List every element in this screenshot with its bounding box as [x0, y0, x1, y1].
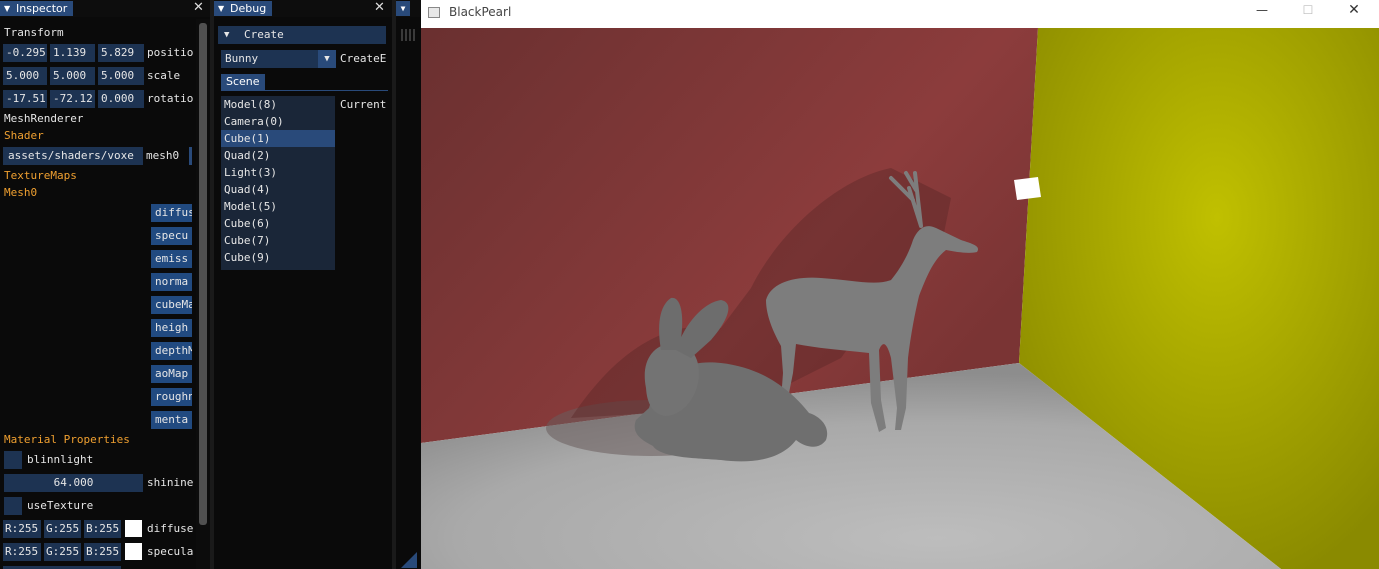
height-map-button[interactable]: heigh — [151, 319, 192, 337]
transform-header: Transform — [4, 26, 64, 39]
create-entity-button[interactable]: CreateE — [340, 51, 388, 67]
diffuse-label: diffuse — [147, 522, 193, 535]
collapse-icon[interactable]: ▼ — [4, 1, 10, 16]
specular-label: specula — [147, 545, 193, 558]
inspector-panel: ▼ Inspector ✕ Transform -0.295 1.139 5.8… — [0, 0, 210, 569]
emission-map-button[interactable]: emiss — [151, 250, 192, 268]
light-cube — [1014, 177, 1041, 200]
create-header[interactable]: ▼ Create — [218, 26, 386, 44]
maximize-icon[interactable]: ☐ — [1293, 3, 1323, 17]
specular-map-button[interactable]: specu — [151, 227, 192, 245]
collapsed-tab[interactable]: ▼ — [396, 1, 410, 16]
mesh-slot[interactable] — [189, 147, 192, 165]
current-label: Current — [340, 98, 387, 111]
close-window-icon[interactable]: ✕ — [1339, 2, 1369, 18]
specular-r-field[interactable]: R:255 — [3, 543, 41, 561]
mesh0-header: Mesh0 — [4, 186, 38, 199]
list-item[interactable]: Model(8) — [221, 96, 335, 113]
rotation-label: rotatio — [147, 92, 194, 105]
scale-x-field[interactable]: 5.000 — [3, 67, 47, 85]
list-item[interactable]: Cube(9) — [221, 249, 335, 266]
mentalness-map-button[interactable]: menta — [151, 411, 192, 429]
list-item[interactable]: Cube(7) — [221, 232, 335, 249]
inspector-tab[interactable]: ▼ Inspector — [0, 1, 74, 16]
diffuse-r-field[interactable]: R:255 — [3, 520, 41, 538]
list-item[interactable]: Camera(0) — [221, 113, 335, 130]
resize-grip[interactable] — [401, 29, 415, 41]
app-icon — [428, 7, 440, 18]
ao-map-button[interactable]: aoMap — [151, 365, 192, 383]
inspector-tab-title: Inspector — [16, 2, 68, 15]
list-item-selected[interactable]: Cube(1) — [221, 130, 335, 147]
entity-combo[interactable]: Bunny ▼ — [221, 50, 336, 68]
diffuse-g-field[interactable]: G:255 — [44, 520, 81, 538]
debug-tab-title: Debug — [230, 2, 267, 15]
diffuse-b-field[interactable]: B:255 — [84, 520, 121, 538]
position-z-field[interactable]: 5.829 — [98, 44, 144, 62]
mesh-label: mesh0 — [146, 149, 180, 162]
inspector-scroll-thumb[interactable] — [199, 23, 207, 525]
collapsed-panel: ▼ — [396, 0, 421, 569]
specular-b-field[interactable]: B:255 — [84, 543, 121, 561]
scale-y-field[interactable]: 5.000 — [50, 67, 95, 85]
rotation-x-field[interactable]: -17.51 — [3, 90, 47, 108]
rotation-z-field[interactable]: 0.000 — [98, 90, 144, 108]
combo-arrow-icon: ▼ — [318, 50, 336, 68]
list-item[interactable]: Model(5) — [221, 198, 335, 215]
corner-resize-icon[interactable] — [401, 552, 417, 568]
use-texture-label: useTexture — [27, 499, 94, 512]
shininess-label: shinine — [147, 476, 193, 489]
blinnlight-label: blinnlight — [27, 453, 94, 466]
normal-map-button[interactable]: norma — [151, 273, 192, 291]
depth-map-button[interactable]: depthM — [151, 342, 192, 360]
specular-color-swatch[interactable] — [125, 543, 142, 560]
create-header-label: Create — [244, 28, 284, 41]
scene-tab[interactable]: Scene — [221, 74, 265, 90]
scale-label: scale — [147, 69, 181, 82]
minimize-icon[interactable]: — — [1247, 3, 1277, 17]
material-properties-header: Material Properties — [4, 433, 130, 446]
debug-tab[interactable]: ▼ Debug — [214, 1, 273, 16]
cube-map-button[interactable]: cubeMa — [151, 296, 192, 314]
use-texture-checkbox[interactable] — [4, 497, 22, 515]
list-item[interactable]: Quad(4) — [221, 181, 335, 198]
specular-g-field[interactable]: G:255 — [44, 543, 81, 561]
shininess-field[interactable]: 64.000 — [4, 474, 143, 492]
shader-path-field[interactable]: assets/shaders/voxe — [3, 147, 143, 165]
position-label: positio — [147, 46, 194, 59]
position-x-field[interactable]: -0.295 — [3, 44, 47, 62]
close-icon[interactable]: ✕ — [374, 0, 385, 16]
collapse-icon[interactable]: ▼ — [218, 1, 224, 16]
list-item[interactable]: Cube(6) — [221, 215, 335, 232]
texture-maps-header: TextureMaps — [4, 169, 77, 182]
close-icon[interactable]: ✕ — [193, 0, 204, 16]
mesh-renderer-header: MeshRenderer — [4, 112, 84, 125]
debug-panel: ▼ Debug ✕ ▼ Create Bunny ▼ CreateE Scene… — [214, 0, 392, 569]
inspector-scrollbar[interactable] — [196, 19, 210, 569]
scene-tab-underline — [221, 90, 388, 91]
scene-list[interactable]: Model(8) Camera(0) Cube(1) Quad(2) Light… — [221, 96, 335, 270]
blinnlight-checkbox[interactable] — [4, 451, 22, 469]
create-collapse-icon: ▼ — [224, 30, 230, 40]
window-titlebar: BlackPearl — ☐ ✕ — [421, 0, 1379, 28]
roughness-map-button[interactable]: roughn — [151, 388, 192, 406]
position-y-field[interactable]: 1.139 — [50, 44, 95, 62]
scale-z-field[interactable]: 5.000 — [98, 67, 144, 85]
blackpearl-window: BlackPearl — ☐ ✕ — [421, 0, 1379, 569]
window-title: BlackPearl — [449, 5, 512, 19]
diffuse-color-swatch[interactable] — [125, 520, 142, 537]
rotation-y-field[interactable]: -72.12 — [50, 90, 95, 108]
list-item[interactable]: Light(3) — [221, 164, 335, 181]
shader-header: Shader — [4, 129, 44, 142]
diffuse-map-button[interactable]: diffus — [151, 204, 192, 222]
render-viewport[interactable] — [421, 28, 1379, 569]
list-item[interactable]: Quad(2) — [221, 147, 335, 164]
entity-combo-value: Bunny — [225, 52, 259, 65]
